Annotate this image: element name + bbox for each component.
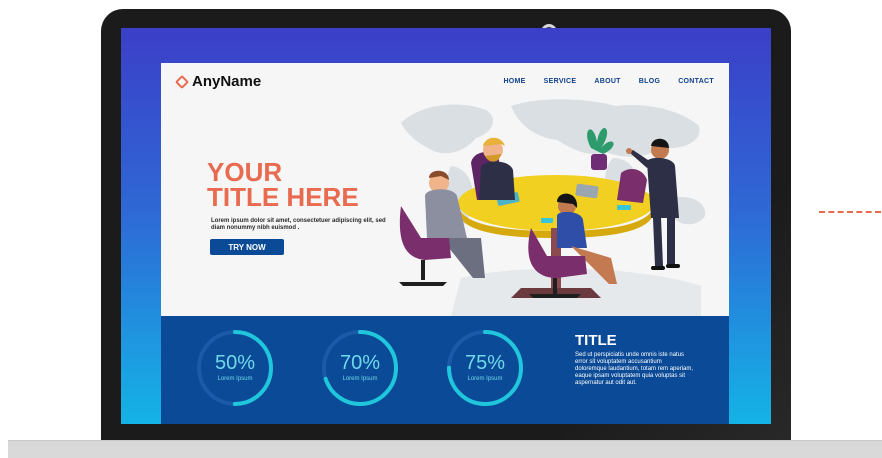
stat-value-1: 50% bbox=[214, 352, 256, 374]
nav-service[interactable]: SERVICE bbox=[544, 78, 577, 85]
stat-value-3: 75% bbox=[464, 352, 506, 374]
hero-description: Lorem ipsum dolor sit amet, consectetuer… bbox=[211, 218, 386, 231]
stat-circle-2: 70% Lorem Ipsum bbox=[320, 328, 400, 408]
stat-label-3: Lorem Ipsum bbox=[467, 376, 503, 382]
nav-about[interactable]: ABOUT bbox=[594, 78, 620, 85]
dashed-line bbox=[819, 211, 881, 213]
stat-value-2: 70% bbox=[339, 352, 381, 374]
hero-section: AnyName HOME SERVICE ABOUT BLOG CONTACT … bbox=[161, 63, 729, 316]
logo[interactable]: AnyName bbox=[174, 73, 262, 90]
laptop-base bbox=[8, 440, 882, 458]
hero-title: YOUR TITLE HERE bbox=[207, 159, 407, 212]
stat-label-2: Lorem Ipsum bbox=[342, 376, 378, 382]
meeting-illustration bbox=[399, 99, 706, 316]
laptop-screen: AnyName HOME SERVICE ABOUT BLOG CONTACT … bbox=[121, 28, 771, 424]
stats-section: 50% Lorem Ipsum 70% Lorem Ipsum 75% Lore… bbox=[161, 316, 729, 424]
hero-title-line2: TITLE HERE bbox=[207, 182, 359, 212]
nav-blog[interactable]: BLOG bbox=[639, 78, 660, 85]
bearded-man bbox=[471, 137, 515, 200]
brand-name: AnyName bbox=[192, 73, 262, 90]
nav-home[interactable]: HOME bbox=[503, 78, 525, 85]
try-now-button[interactable]: TRY NOW bbox=[210, 239, 284, 255]
logo-diamond-icon bbox=[174, 74, 190, 89]
info-text: Sed ut perspiciatis unde omnis iste natu… bbox=[575, 352, 694, 386]
chair-right bbox=[617, 168, 647, 203]
nav-contact[interactable]: CONTACT bbox=[678, 78, 714, 85]
stat-circle-1: 50% Lorem Ipsum bbox=[195, 328, 275, 408]
info-title: TITLE bbox=[575, 332, 617, 349]
stat-label-1: Lorem Ipsum bbox=[217, 376, 253, 382]
chair-base-left bbox=[399, 260, 447, 286]
main-nav: HOME SERVICE ABOUT BLOG CONTACT bbox=[503, 78, 714, 85]
landing-page: AnyName HOME SERVICE ABOUT BLOG CONTACT … bbox=[161, 63, 729, 424]
stat-circle-3: 75% Lorem Ipsum bbox=[445, 328, 525, 408]
